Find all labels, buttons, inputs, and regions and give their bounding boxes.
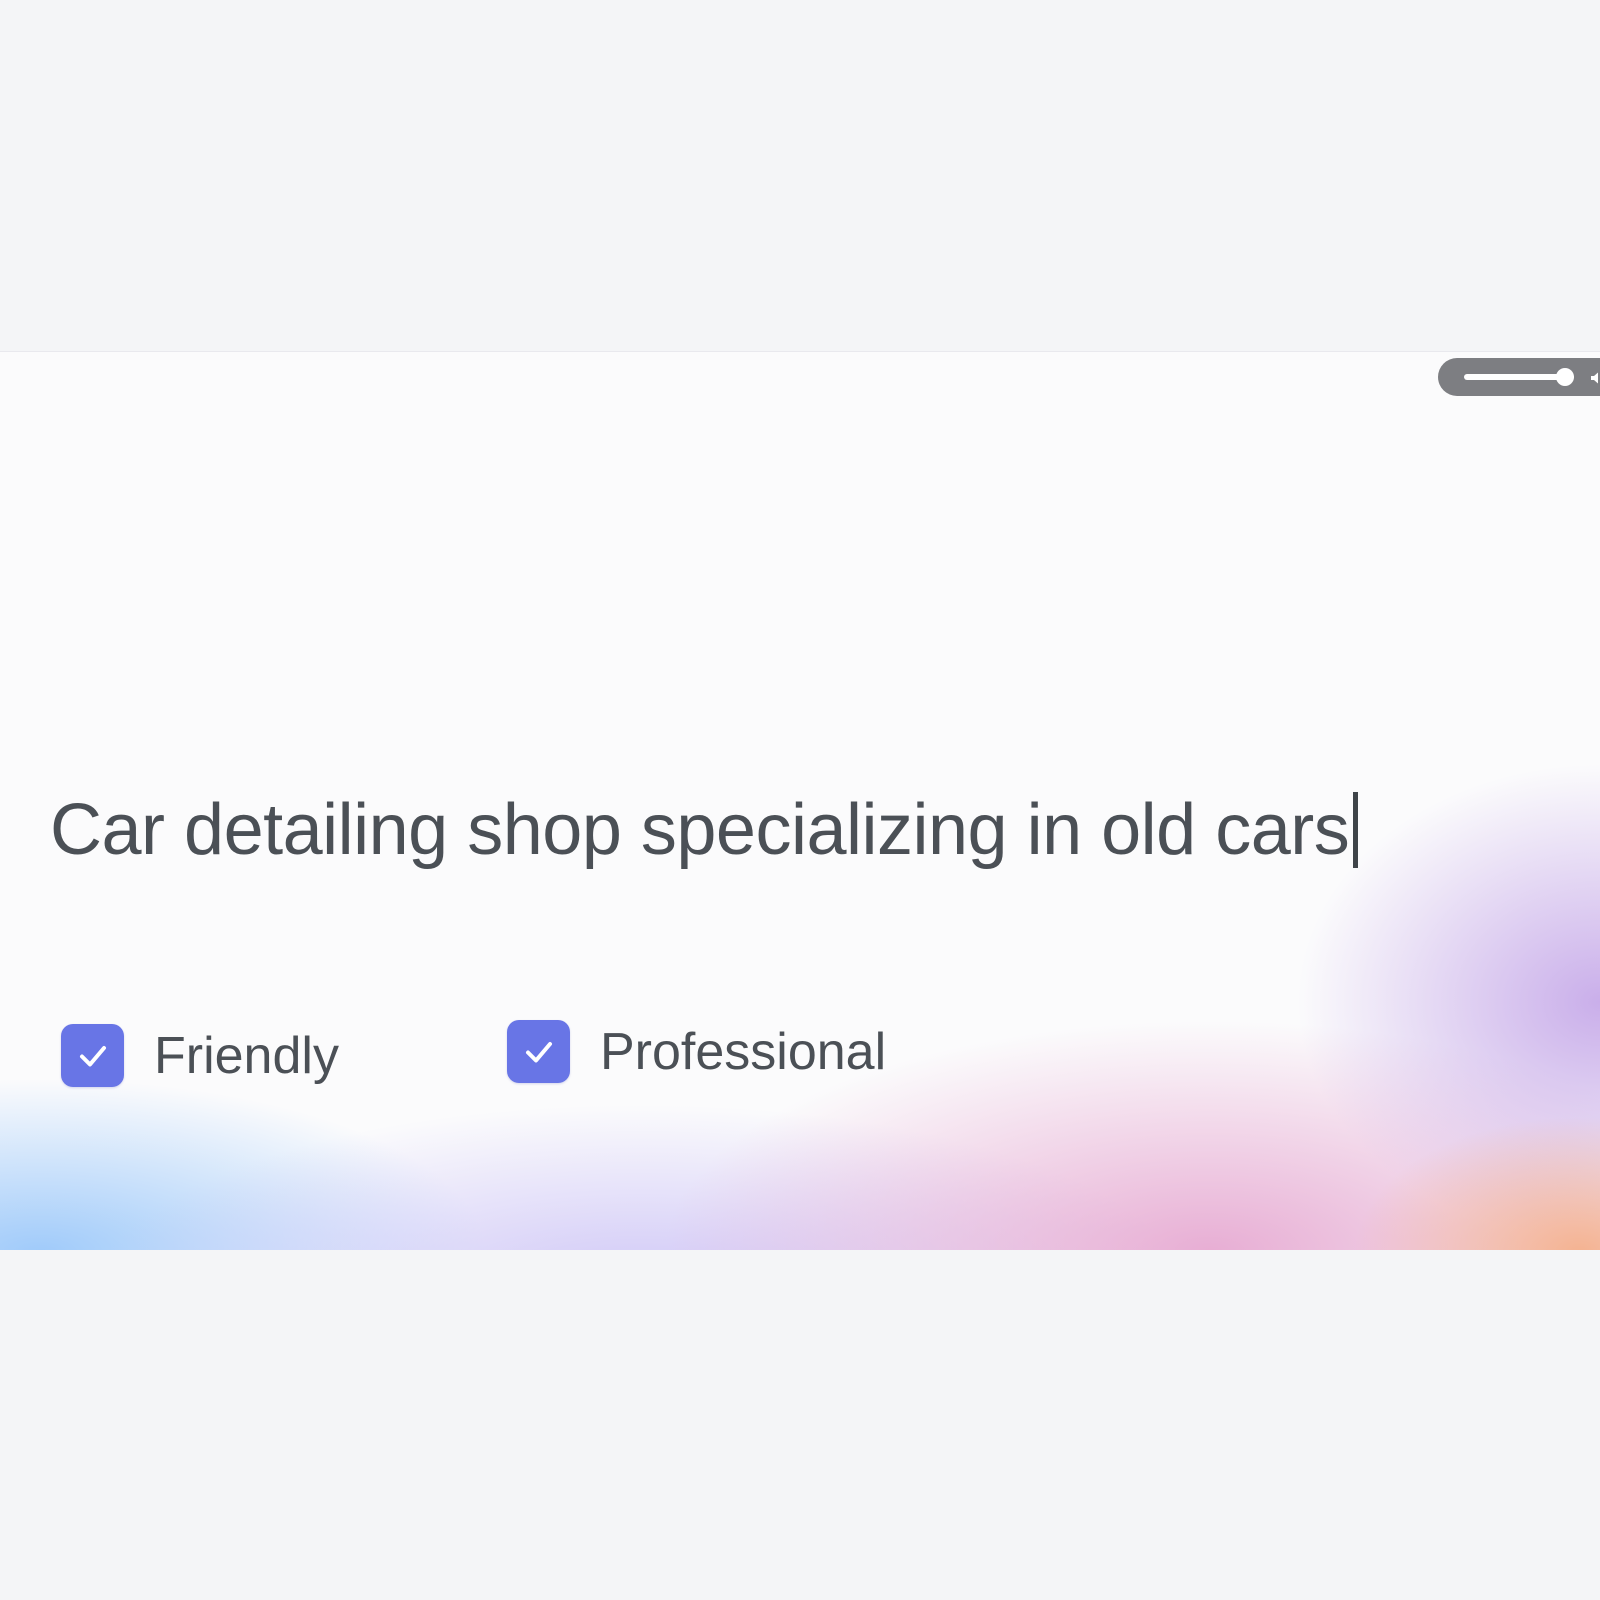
content-panel: Car detailing shop specializing in old c… <box>0 351 1600 1250</box>
speaker-icon[interactable] <box>1589 370 1600 386</box>
friendly-checkbox[interactable] <box>61 1024 124 1087</box>
friendly-label: Friendly <box>154 1026 339 1085</box>
prompt-input[interactable]: Car detailing shop specializing in old c… <box>50 790 1359 870</box>
text-caret <box>1353 792 1359 868</box>
professional-label: Professional <box>600 1022 887 1081</box>
checkmark-icon <box>525 1041 552 1062</box>
professional-checkbox[interactable] <box>507 1020 570 1083</box>
prompt-text: Car detailing shop specializing in old c… <box>50 790 1350 870</box>
tone-option-professional[interactable]: Professional <box>507 1020 886 1083</box>
checkmark-icon <box>79 1045 106 1066</box>
tone-option-friendly[interactable]: Friendly <box>61 1024 339 1087</box>
volume-control[interactable] <box>1438 358 1600 396</box>
volume-slider-thumb[interactable] <box>1556 368 1575 386</box>
